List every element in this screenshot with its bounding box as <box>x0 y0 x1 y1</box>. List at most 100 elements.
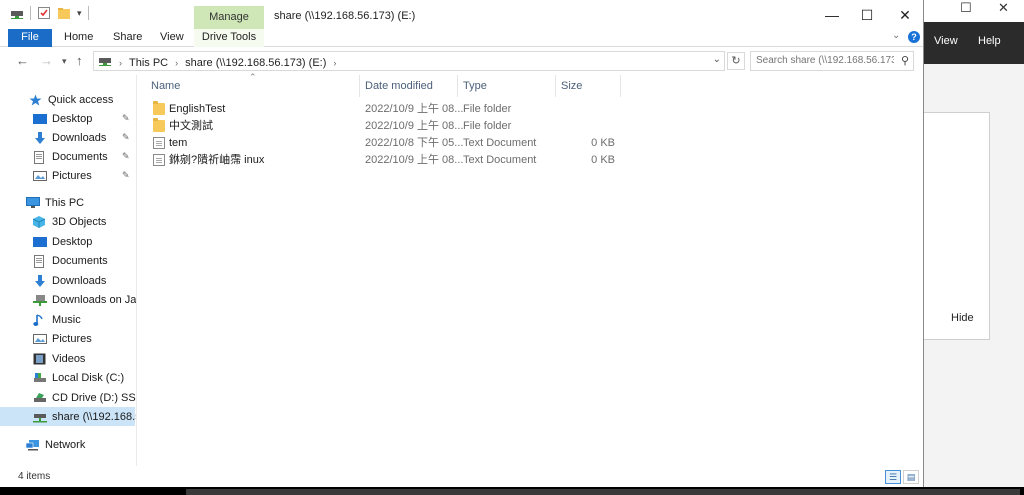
sidebar-item-label: Downloads <box>52 274 107 287</box>
sidebar-item-label: Downloads <box>52 131 107 144</box>
network-drive-icon <box>33 294 47 306</box>
address-dropdown-icon[interactable]: ⌄ <box>713 54 721 65</box>
file-row[interactable]: 中文測試 2022/10/9 上午 08... File folder <box>137 118 627 135</box>
background-restore-icon[interactable]: ☐ <box>960 0 972 16</box>
download-icon <box>33 274 47 287</box>
background-close-icon[interactable]: ✕ <box>998 0 1009 16</box>
network-drive-icon <box>98 55 112 70</box>
column-header-type[interactable]: Type <box>463 75 487 97</box>
sidebar-item-desktop[interactable]: Desktop ✎ <box>0 109 135 128</box>
properties-icon[interactable] <box>37 6 51 20</box>
cube-icon <box>32 215 47 228</box>
pin-icon[interactable]: ✎ <box>122 132 130 143</box>
sidebar-item-share-drive[interactable]: share (\\192.168.56. <box>0 407 136 426</box>
tab-share[interactable]: Share <box>113 29 142 47</box>
background-app-titlebar: ☐ ✕ <box>920 0 1024 22</box>
up-arrow-icon[interactable]: ↑ <box>76 53 83 68</box>
column-header-date-modified[interactable]: Date modified <box>365 75 433 97</box>
details-view-icon[interactable]: ☰ <box>885 470 901 484</box>
sidebar-item-label: Documents <box>52 150 108 163</box>
window-title: share (\\192.168.56.173) (E:) <box>274 10 416 22</box>
search-icon[interactable]: ⚲ <box>901 54 909 67</box>
disk-icon <box>33 372 47 384</box>
sidebar-item-pictures[interactable]: Pictures ✎ <box>0 166 135 185</box>
ribbon-tabs: File Home Share View Drive Tools ⌄ ? <box>0 29 923 47</box>
column-header-size[interactable]: Size <box>561 75 582 97</box>
background-view-button[interactable]: View <box>934 35 958 47</box>
cd-drive-icon <box>33 392 47 404</box>
help-icon[interactable]: ? <box>908 31 920 43</box>
pictures-icon <box>33 333 47 345</box>
forward-arrow-icon[interactable]: → <box>40 53 53 68</box>
column-divider[interactable] <box>620 75 621 97</box>
sidebar-item-desktop-pc[interactable]: Desktop <box>0 232 135 251</box>
column-divider[interactable] <box>359 75 360 97</box>
column-divider[interactable] <box>555 75 556 97</box>
folder-icon <box>153 101 165 115</box>
desktop-icon <box>33 236 47 248</box>
sidebar-item-quick-access[interactable]: Quick access <box>0 90 135 109</box>
tab-home[interactable]: Home <box>64 29 93 47</box>
pin-icon[interactable]: ✎ <box>122 170 130 181</box>
sidebar-item-cd-drive[interactable]: CD Drive (D:) SSS_X6 <box>0 388 136 407</box>
breadcrumb-this-pc[interactable]: This PC <box>129 57 168 69</box>
sidebar-item-downloads[interactable]: Downloads ✎ <box>0 128 135 147</box>
sidebar-item-pictures-pc[interactable]: Pictures <box>0 329 135 348</box>
folder-icon <box>153 118 165 132</box>
column-divider[interactable] <box>457 75 458 97</box>
sidebar-item-videos[interactable]: Videos <box>0 349 135 368</box>
file-name: 中文測試 <box>169 120 213 132</box>
network-drive-icon <box>10 6 24 20</box>
manage-context-tab[interactable]: Manage <box>194 6 264 29</box>
sidebar-item-this-pc[interactable]: This PC <box>0 193 135 212</box>
tab-drive-tools[interactable]: Drive Tools <box>194 29 264 47</box>
breadcrumb-separator-icon: › <box>175 57 179 68</box>
navigation-pane: Quick access Desktop ✎ Downloads ✎ Docum… <box>0 75 137 466</box>
pictures-icon <box>33 170 47 182</box>
sidebar-item-downloads-pc[interactable]: Downloads <box>0 271 135 290</box>
maximize-button[interactable]: ☐ <box>857 6 877 24</box>
network-share-icon <box>33 411 47 423</box>
search-box: ⚲ <box>750 51 914 71</box>
address-bar[interactable]: › This PC › share (\\192.168.56.173) (E:… <box>93 51 725 71</box>
sidebar-item-documents-pc[interactable]: Documents <box>0 251 135 270</box>
breadcrumb-share[interactable]: share (\\192.168.56.173) (E:) <box>185 57 326 69</box>
file-row[interactable]: 銝剜?隤祈岫霈 inux 2022/10/9 上午 08... Text Doc… <box>137 152 627 169</box>
file-row[interactable]: tem 2022/10/8 下午 05... Text Document 0 K… <box>137 135 627 152</box>
videos-icon <box>33 353 47 365</box>
pin-icon[interactable]: ✎ <box>122 151 130 162</box>
refresh-button[interactable]: ↻ <box>727 52 745 70</box>
pin-icon[interactable]: ✎ <box>122 113 130 124</box>
file-name: tem <box>169 137 188 149</box>
file-list: ⌃ Name Date modified Type Size EnglishTe… <box>137 72 923 466</box>
expand-ribbon-icon[interactable]: ⌄ <box>892 30 900 41</box>
toolbar-divider <box>87 6 89 20</box>
sidebar-item-network[interactable]: Network <box>0 435 135 454</box>
new-folder-icon[interactable] <box>57 6 71 20</box>
computer-icon <box>26 196 40 209</box>
network-icon <box>25 439 40 451</box>
sidebar-item-3d-objects[interactable]: 3D Objects <box>0 212 135 231</box>
tab-file[interactable]: File <box>8 29 52 47</box>
background-help-button[interactable]: Help <box>978 35 1001 47</box>
customize-toolbar-icon[interactable]: ▾ <box>77 8 82 19</box>
sidebar-item-local-disk[interactable]: Local Disk (C:) <box>0 368 135 387</box>
close-button[interactable]: ✕ <box>895 6 915 24</box>
back-arrow-icon[interactable]: ← <box>16 53 29 68</box>
large-icons-view-icon[interactable]: ▤ <box>903 470 919 484</box>
background-hide-button[interactable]: Hide <box>951 312 974 324</box>
minimize-button[interactable]: — <box>822 6 842 24</box>
file-row[interactable]: EnglishTest 2022/10/9 上午 08... File fold… <box>137 101 627 118</box>
sidebar-item-downloads-on-jame[interactable]: Downloads on Jame <box>0 290 136 309</box>
sidebar-item-label: Pictures <box>52 332 92 345</box>
sidebar-item-label: Documents <box>52 254 108 267</box>
sidebar-item-documents[interactable]: Documents ✎ <box>0 147 135 166</box>
recent-locations-icon[interactable]: ▾ <box>62 56 67 67</box>
sidebar-item-music[interactable]: Music <box>0 310 135 329</box>
sort-ascending-icon: ⌃ <box>249 72 257 82</box>
column-header-name[interactable]: Name <box>151 75 180 97</box>
documents-icon <box>33 254 47 268</box>
search-input[interactable] <box>756 55 894 66</box>
tab-view[interactable]: View <box>160 29 184 47</box>
text-document-icon <box>153 137 165 149</box>
